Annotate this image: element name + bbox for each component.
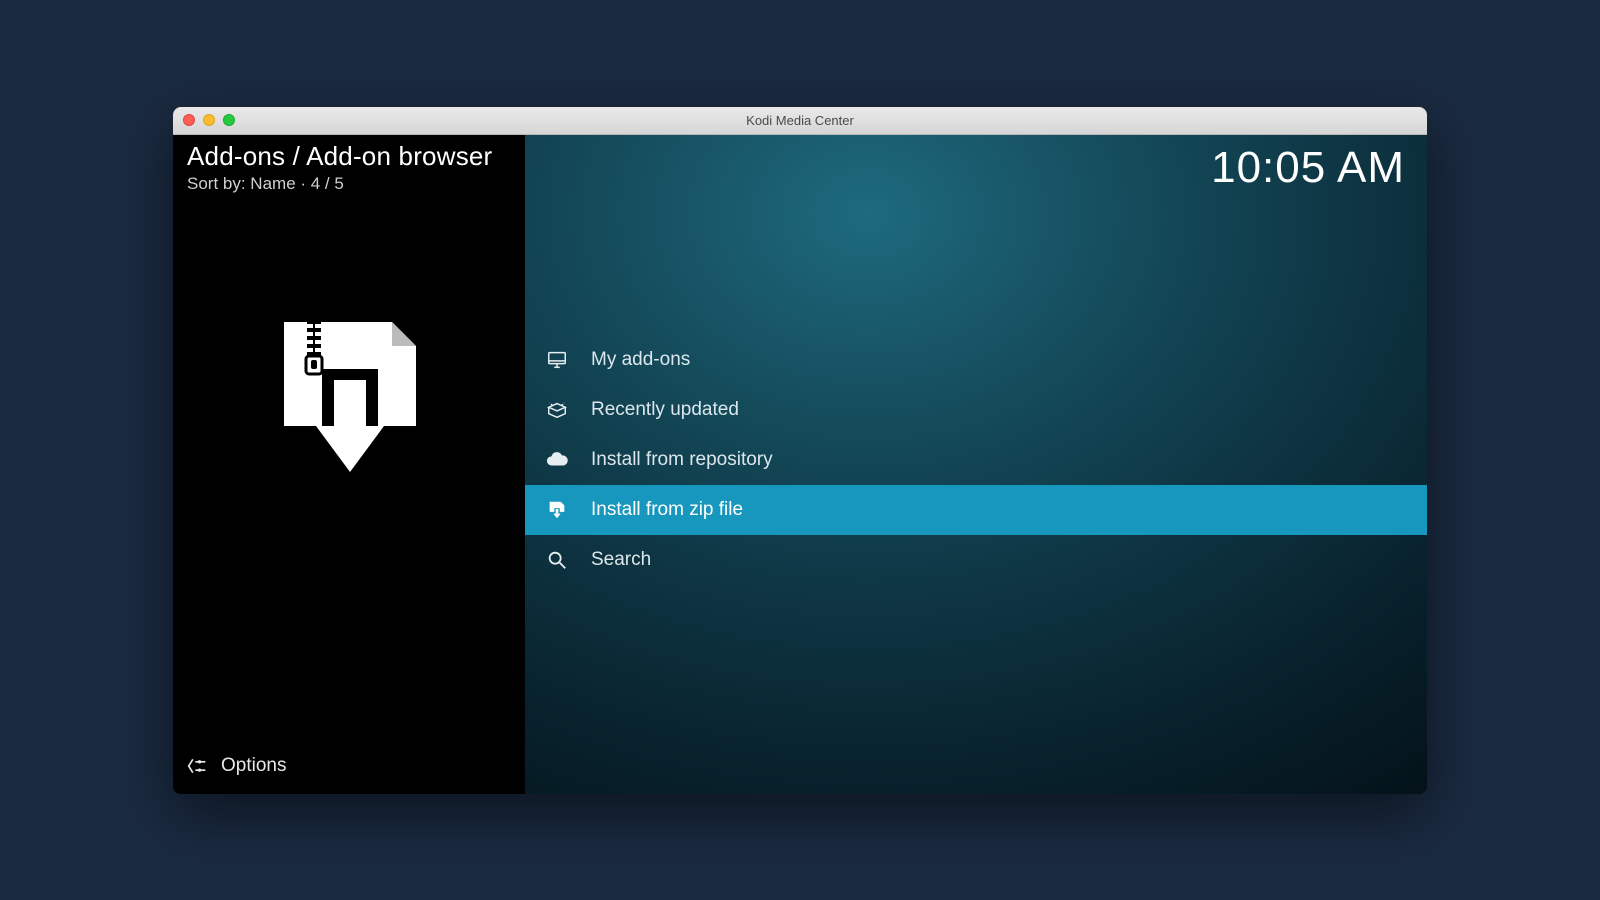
close-window-button[interactable] [183,114,195,126]
options-button[interactable]: Options [173,738,525,794]
sidebar-illustration [173,194,525,738]
minimize-window-button[interactable] [203,114,215,126]
breadcrumb-block: Add-ons / Add-on browser Sort by: Name ·… [173,135,525,194]
options-label: Options [221,755,286,777]
menu-item-install-from-zip[interactable]: Install from zip file [525,485,1427,535]
sidebar: Add-ons / Add-on browser Sort by: Name ·… [173,135,525,794]
app-body: Add-ons / Add-on browser Sort by: Name ·… [173,135,1427,794]
monitor-icon [545,348,569,372]
cloud-download-icon [545,448,569,472]
window-title: Kodi Media Center [173,113,1427,128]
breadcrumb: Add-ons / Add-on browser [187,141,511,172]
menu-item-label: Search [591,549,651,571]
window-controls [183,114,235,126]
clock: 10:05 AM [1211,143,1405,193]
menu-item-label: Install from zip file [591,499,743,521]
menu-item-recently-updated[interactable]: Recently updated [525,385,1427,435]
maximize-window-button[interactable] [223,114,235,126]
menu-item-label: My add-ons [591,349,690,371]
menu-item-install-from-repository[interactable]: Install from repository [525,435,1427,485]
titlebar: Kodi Media Center [173,107,1427,135]
menu-item-label: Recently updated [591,399,739,421]
zip-download-large-icon [264,314,434,484]
options-icon [187,756,207,776]
menu-item-search[interactable]: Search [525,535,1427,585]
addon-menu: My add-ons Recently updated [525,335,1427,585]
search-icon [545,548,569,572]
app-window: Kodi Media Center Add-ons / Add-on brows… [173,107,1427,794]
zip-download-icon [545,498,569,522]
sort-info: Sort by: Name · 4 / 5 [187,174,511,194]
menu-item-label: Install from repository [591,449,773,471]
box-open-icon [545,398,569,422]
menu-item-my-addons[interactable]: My add-ons [525,335,1427,385]
main-panel: 10:05 AM My add-ons [525,135,1427,794]
